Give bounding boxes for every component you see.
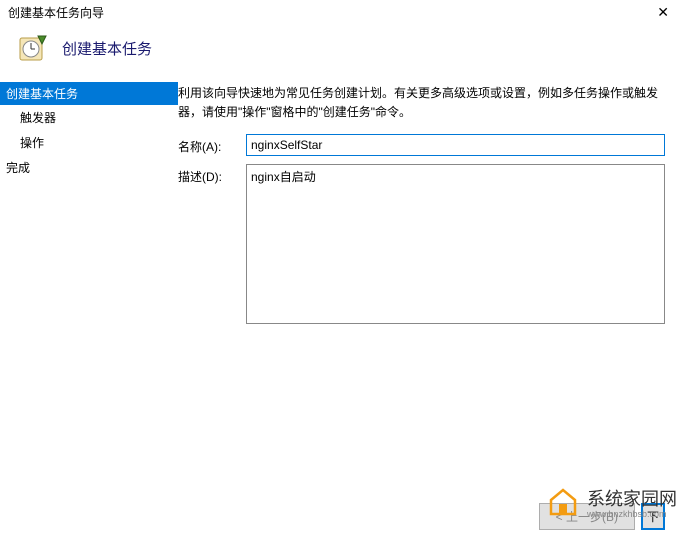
close-icon[interactable]: ✕ [649,4,677,21]
back-button: < 上一步(B) [539,503,635,530]
window-title: 创建基本任务向导 [8,4,104,21]
wizard-steps-sidebar: 创建基本任务 触发器 操作 完成 [0,82,178,502]
name-input[interactable] [246,134,665,156]
description-textarea[interactable] [246,164,665,324]
wizard-description: 利用该向导快速地为常见任务创建计划。有关更多高级选项或设置，例如多任务操作或触发… [178,84,665,122]
name-label: 名称(A): [178,134,246,155]
sidebar-item-action[interactable]: 操作 [0,130,178,155]
sidebar-item-trigger[interactable]: 触发器 [0,105,178,130]
wizard-icon [18,32,50,64]
sidebar-item-finish[interactable]: 完成 [0,155,178,180]
next-button[interactable]: 下 [641,503,665,530]
sidebar-item-create-basic-task[interactable]: 创建基本任务 [0,82,178,105]
description-label: 描述(D): [178,164,246,185]
page-title: 创建基本任务 [62,38,152,59]
